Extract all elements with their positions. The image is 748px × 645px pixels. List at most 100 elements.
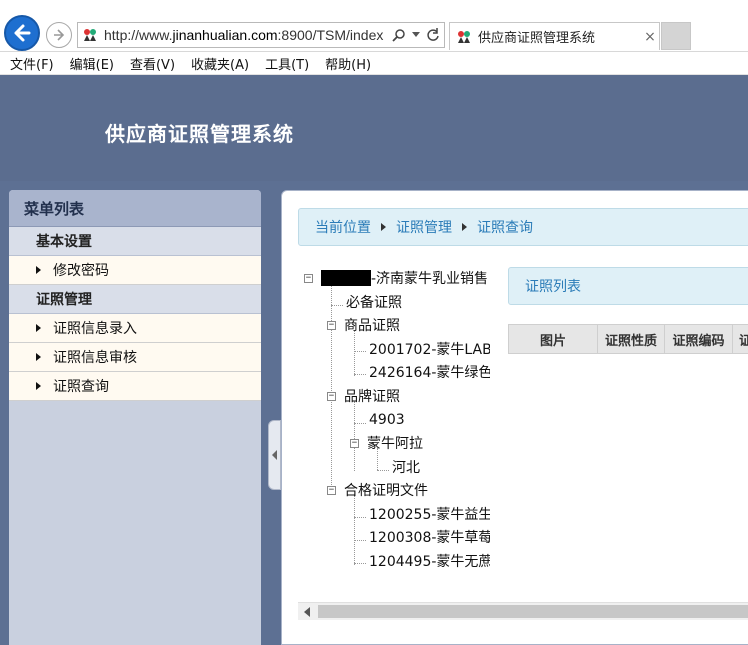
tree-node-qualification-item[interactable]: 1200255-蒙牛益生	[369, 503, 490, 525]
tree-node-label: 2001702-蒙牛LABS	[369, 342, 490, 358]
breadcrumb-level1[interactable]: 证照管理	[396, 217, 452, 237]
menu-view[interactable]: 查看(V)	[130, 54, 175, 73]
sidebar-menu: 菜单列表 基本设置 修改密码 证照管理 证照信息录入 证照信息审核 证照查询	[9, 190, 261, 645]
column-header-code[interactable]: 证照编码	[665, 325, 733, 353]
breadcrumb: 当前位置 证照管理 证照查询	[298, 208, 748, 246]
sidebar-item-license-query[interactable]: 证照查询	[9, 372, 261, 401]
sidebar-item-change-password[interactable]: 修改密码	[9, 256, 261, 285]
group-basic-settings[interactable]: 基本设置	[9, 227, 261, 256]
license-grid-header: 图片 证照性质 证照编码 证	[508, 324, 748, 354]
app-header: 供应商证照管理系统	[0, 75, 748, 181]
collapse-toggle-icon[interactable]: −	[327, 485, 336, 495]
browser-toolbar: http://www.jinanhualian.com:8900/TSM/ind…	[0, 0, 748, 52]
tree-connector	[354, 517, 366, 518]
address-bar[interactable]: http://www.jinanhualian.com:8900/TSM/ind…	[77, 22, 445, 48]
tree-node-label: 1200308-蒙牛草莓	[369, 530, 490, 546]
menu-edit[interactable]: 编辑(E)	[70, 54, 114, 73]
tree-node-product-item[interactable]: 2001702-蒙牛LABS	[369, 338, 490, 360]
triangle-right-icon	[36, 266, 41, 274]
browser-tab[interactable]: 供应商证照管理系统 ×	[449, 22, 660, 50]
main-panel: 当前位置 证照管理 证照查询 − -济南蒙牛乳业销售 必备证照 − 商品证照 2…	[281, 190, 748, 645]
license-list-header: 证照列表	[508, 267, 748, 305]
tree-node-root[interactable]: − -济南蒙牛乳业销售	[304, 267, 488, 289]
refresh-icon[interactable]	[426, 28, 440, 42]
triangle-right-icon	[36, 324, 41, 332]
sidebar-item-label: 证照信息审核	[53, 350, 137, 366]
site-favicon-icon	[458, 30, 470, 43]
menu-tools[interactable]: 工具(T)	[265, 54, 309, 73]
tree-node-label: 2426164-蒙牛绿色	[369, 365, 490, 381]
menu-favorites[interactable]: 收藏夹(A)	[191, 54, 249, 73]
new-tab-button[interactable]	[661, 22, 691, 50]
menu-help[interactable]: 帮助(H)	[325, 54, 371, 73]
tree-connector	[354, 540, 366, 541]
scroll-left-button[interactable]	[298, 603, 316, 620]
tree-node-label: 商品证照	[344, 318, 400, 334]
sidebar-collapse-handle[interactable]	[268, 420, 281, 490]
sidebar-item-license-entry[interactable]: 证照信息录入	[9, 314, 261, 343]
search-icon[interactable]	[392, 28, 406, 42]
tree-connector	[354, 423, 366, 424]
chevron-left-icon	[272, 450, 277, 460]
tree-connector	[354, 495, 355, 565]
group-license-management[interactable]: 证照管理	[9, 285, 261, 314]
tab-title: 供应商证照管理系统	[478, 31, 596, 46]
horizontal-scrollbar[interactable]	[298, 602, 748, 620]
sidebar-item-license-review[interactable]: 证照信息审核	[9, 343, 261, 372]
breadcrumb-separator-icon	[462, 223, 467, 231]
license-tree: − -济南蒙牛乳业销售 必备证照 − 商品证照 2001702-蒙牛LABS 2…	[304, 267, 490, 577]
tree-node-brand-group[interactable]: − 蒙牛阿拉	[350, 432, 423, 454]
sidebar-item-label: 修改密码	[53, 263, 109, 279]
tree-node-label: 河北	[392, 460, 420, 476]
menu-bar: 文件(F) 编辑(E) 查看(V) 收藏夹(A) 工具(T) 帮助(H)	[0, 52, 748, 75]
tree-connector	[377, 470, 389, 471]
breadcrumb-level2[interactable]: 证照查询	[477, 217, 533, 237]
tab-close-icon[interactable]: ×	[641, 29, 659, 45]
forward-button[interactable]	[46, 22, 72, 48]
tree-node-label: 合格证明文件	[344, 483, 428, 499]
tree-node-product-item[interactable]: 2426164-蒙牛绿色	[369, 361, 490, 383]
tree-connector	[354, 563, 366, 564]
tree-node-label: 蒙牛阿拉	[367, 436, 423, 452]
redacted-block	[321, 270, 371, 286]
tree-node-required[interactable]: 必备证照	[346, 291, 402, 313]
tree-node-brand-item[interactable]: 4903	[369, 409, 405, 431]
tree-connector	[354, 351, 366, 352]
collapse-toggle-icon[interactable]: −	[327, 320, 336, 330]
triangle-right-icon	[36, 382, 41, 390]
tree-connector	[331, 305, 343, 306]
collapse-toggle-icon[interactable]: −	[350, 438, 359, 448]
column-header-image[interactable]: 图片	[509, 325, 598, 353]
dropdown-icon[interactable]	[412, 32, 420, 38]
sidebar-item-label: 证照查询	[53, 379, 109, 395]
back-button[interactable]	[4, 15, 40, 51]
arrow-left-icon	[14, 24, 31, 42]
column-header-truncated[interactable]: 证	[733, 325, 748, 353]
column-header-type[interactable]: 证照性质	[598, 325, 665, 353]
tree-node-qualification-item[interactable]: 1204495-蒙牛无蔗	[369, 550, 490, 572]
tree-node-product[interactable]: − 商品证照	[327, 314, 400, 336]
tree-node-qualification[interactable]: − 合格证明文件	[327, 479, 428, 501]
tree-node-label: 1200255-蒙牛益生	[369, 507, 490, 523]
menu-file[interactable]: 文件(F)	[10, 54, 54, 73]
breadcrumb-separator-icon	[381, 223, 386, 231]
site-favicon-icon	[84, 29, 96, 41]
triangle-right-icon	[36, 353, 41, 361]
tree-node-label: 4903	[369, 412, 405, 428]
collapse-toggle-icon[interactable]: −	[327, 391, 336, 401]
tree-node-brand[interactable]: − 品牌证照	[327, 385, 400, 407]
tree-connector	[354, 330, 355, 376]
breadcrumb-root[interactable]: 当前位置	[315, 217, 371, 237]
address-url: http://www.jinanhualian.com:8900/TSM/ind…	[104, 27, 384, 43]
tree-connector	[354, 374, 366, 375]
collapse-toggle-icon[interactable]: −	[304, 273, 313, 283]
scrollbar-thumb[interactable]	[318, 605, 748, 618]
tree-node-label: -济南蒙牛乳业销售	[371, 271, 489, 287]
sidebar-item-label: 证照信息录入	[53, 321, 137, 337]
tree-node-qualification-item[interactable]: 1200308-蒙牛草莓	[369, 526, 490, 548]
app-title: 供应商证照管理系统	[105, 122, 294, 146]
tree-node-brand-subitem[interactable]: 河北	[392, 456, 420, 478]
tree-node-label: 1204495-蒙牛无蔗	[369, 554, 490, 570]
sidebar-title: 菜单列表	[9, 190, 261, 227]
tree-node-label: 必备证照	[346, 295, 402, 311]
